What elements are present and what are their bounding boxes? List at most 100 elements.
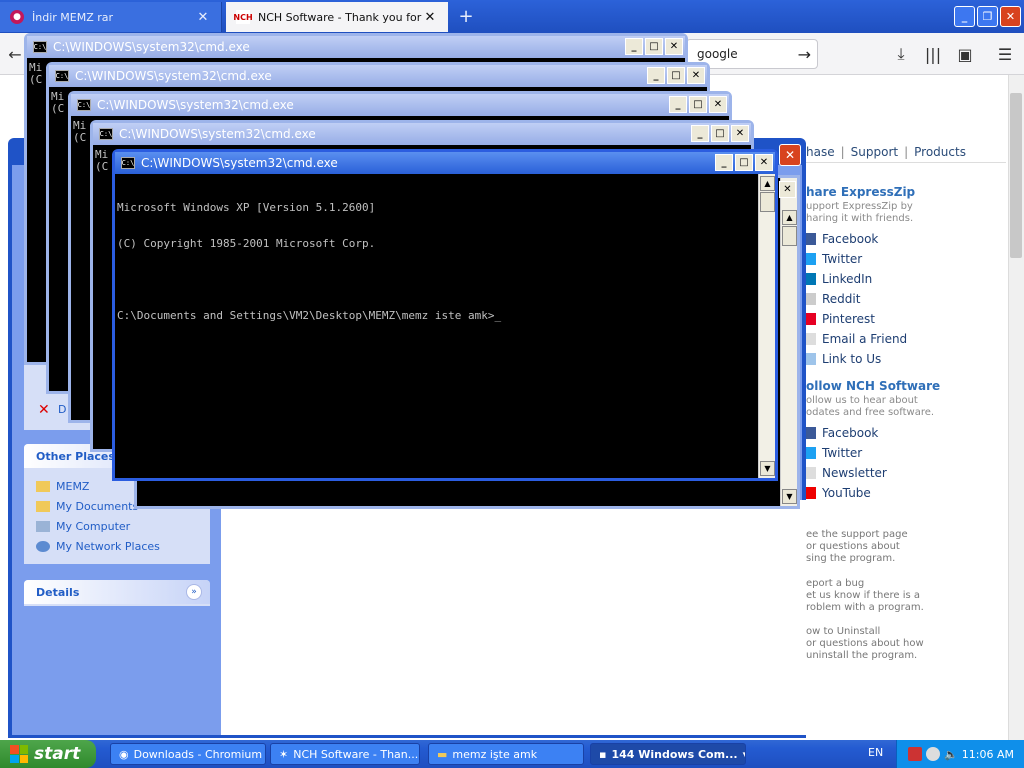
close-button[interactable]: ✕ — [709, 96, 727, 113]
cmd-icon: C:\ — [33, 41, 47, 53]
volume-icon[interactable]: 🔈 — [944, 748, 958, 761]
close-window-button[interactable]: ✕ — [1000, 6, 1021, 27]
follow-twitter[interactable]: Twitter — [806, 445, 862, 461]
place-my-computer[interactable]: My Computer — [24, 516, 210, 536]
minimize-button[interactable]: _ — [954, 6, 975, 27]
menu-icon[interactable]: ☰ — [994, 43, 1016, 65]
cmd-console[interactable]: Microsoft Windows XP [Version 5.1.2600] … — [115, 174, 775, 478]
close-button[interactable]: ✕ — [687, 67, 705, 84]
scroll-down-icon[interactable]: ▼ — [782, 489, 797, 504]
close-button[interactable]: ✕ — [665, 38, 683, 55]
follow-sub-1: ollow us to hear about — [806, 395, 918, 406]
cmd-icon: C:\ — [121, 157, 135, 169]
download-icon[interactable]: ⤓ — [890, 43, 912, 65]
help-uninstall[interactable]: ow to Uninstall or questions about how uni… — [806, 626, 924, 662]
share-facebook[interactable]: Facebook — [806, 231, 878, 247]
scroll-thumb[interactable] — [782, 226, 797, 246]
cmd-scrollbar[interactable]: ▲ ▼ — [758, 174, 775, 478]
close-tab-icon[interactable]: ✕ — [195, 10, 211, 25]
share-link[interactable]: Link to Us — [806, 351, 881, 367]
maximize-button[interactable]: □ — [711, 125, 729, 142]
scroll-thumb[interactable] — [760, 192, 775, 212]
maximize-button[interactable]: □ — [689, 96, 707, 113]
cmd-icon: ▪ — [599, 747, 607, 761]
share-email[interactable]: Email a Friend — [806, 331, 907, 347]
go-arrow-icon[interactable]: → — [798, 45, 811, 64]
follow-heading: ollow NCH Software — [806, 379, 941, 393]
nav-link-products[interactable]: Products — [914, 145, 966, 163]
cmd-title: C:\WINDOWS\system32\cmd.exe — [141, 156, 338, 170]
cmd-icon: C:\ — [99, 128, 113, 140]
minimize-button[interactable]: _ — [715, 154, 733, 171]
taskbar-item-cmd-group[interactable]: ▪144 Windows Com...▾ — [590, 743, 746, 765]
back-icon[interactable]: ← — [4, 43, 26, 65]
language-indicator[interactable]: EN — [868, 746, 883, 759]
scroll-down-icon[interactable]: ▼ — [760, 461, 775, 476]
share-heading: hare ExpressZip — [806, 185, 916, 199]
page-scrollbar-thumb[interactable] — [1010, 93, 1022, 258]
tray-icon[interactable] — [926, 747, 941, 761]
sidebar-icon[interactable]: ▣ — [954, 43, 976, 65]
share-sub-1: upport ExpressZip by — [806, 201, 913, 212]
details-header[interactable]: Details — [24, 580, 210, 604]
console-prompt: C:\Documents and Settings\VM2\Desktop\ME… — [117, 309, 502, 322]
minimize-button[interactable]: _ — [625, 38, 643, 55]
cmd-icon: C:\ — [77, 99, 91, 111]
cmd-scrollbar[interactable]: ▲ ▼ — [780, 178, 797, 506]
help-bug[interactable]: eport a bug et us know if there is a roble… — [806, 578, 924, 614]
tray-icon[interactable] — [908, 747, 923, 761]
tab-nch-software[interactable]: NCH NCH Software - Thank you for Do ✕ — [226, 2, 448, 32]
taskbar-item-nch[interactable]: ✶ NCH Software - Than... — [270, 743, 420, 765]
windows-logo-icon — [10, 745, 28, 763]
cmd-title: C:\WINDOWS\system32\cmd.exe — [75, 69, 272, 83]
close-button[interactable]: ✕ — [755, 154, 773, 171]
minimize-button[interactable]: _ — [647, 67, 665, 84]
taskbar-item-downloads[interactable]: ◉ Downloads - Chromium — [110, 743, 266, 765]
start-button[interactable]: start — [0, 740, 96, 768]
follow-newsletter[interactable]: Newsletter — [806, 465, 887, 481]
scroll-up-icon[interactable]: ▲ — [760, 176, 775, 191]
folder-icon: ▬ — [437, 747, 448, 761]
nav-link-support[interactable]: Support — [851, 145, 898, 163]
console-line: Microsoft Windows XP [Version 5.1.2600] — [117, 201, 376, 214]
tab-title: NCH Software - Thank you for Do — [258, 10, 422, 24]
share-reddit[interactable]: Reddit — [806, 291, 860, 307]
taskbar-item-memz-folder[interactable]: ▬ memz işte amk — [428, 743, 584, 765]
restore-button[interactable]: ❐ — [977, 6, 998, 27]
explorer-close-button[interactable]: ✕ — [779, 144, 801, 166]
maximize-button[interactable]: □ — [645, 38, 663, 55]
share-sub-2: haring it with friends. — [806, 213, 914, 224]
close-button[interactable]: ✕ — [731, 125, 749, 142]
minimize-button[interactable]: _ — [691, 125, 709, 142]
minimize-button[interactable]: _ — [669, 96, 687, 113]
help-support[interactable]: ee the support page or questions about sin… — [806, 529, 908, 565]
close-tab-icon[interactable]: ✕ — [422, 10, 438, 25]
new-tab-button[interactable]: + — [456, 6, 476, 27]
follow-sub-2: odates and free software. — [806, 407, 935, 418]
folder-icon — [36, 480, 50, 492]
tab-indir-memz[interactable]: ● İndir MEMZ rar ✕ — [0, 2, 222, 32]
delete-icon[interactable]: ✕ — [38, 402, 50, 418]
share-pinterest[interactable]: Pinterest — [806, 311, 875, 327]
scroll-up-icon[interactable]: ▲ — [782, 210, 797, 225]
system-tray: 🔈 11:06 AM — [896, 740, 1024, 768]
library-icon[interactable]: ||| — [922, 43, 944, 65]
nav-link-purchase[interactable]: hase — [806, 145, 835, 163]
maximize-button[interactable]: □ — [735, 154, 753, 171]
follow-facebook[interactable]: Facebook — [806, 425, 878, 441]
cmd-titlebar[interactable]: C:\ C:\WINDOWS\system32\cmd.exe _ □ ✕ — [115, 152, 775, 174]
maximize-button[interactable]: □ — [667, 67, 685, 84]
chevron-down-icon[interactable]: » — [186, 584, 202, 600]
follow-youtube[interactable]: YouTube — [806, 485, 871, 501]
share-twitter[interactable]: Twitter — [806, 251, 862, 267]
youtube-icon — [806, 487, 816, 499]
place-network[interactable]: My Network Places — [24, 536, 210, 556]
chevron-down-icon: ▾ — [743, 748, 745, 761]
delete-label[interactable]: D — [58, 403, 66, 416]
console-line: (C) Copyright 1985-2001 Microsoft Corp. — [117, 237, 376, 250]
close-button[interactable]: ✕ — [779, 181, 796, 198]
clock[interactable]: 11:06 AM — [962, 748, 1014, 761]
explorer-file-area[interactable] — [221, 500, 806, 735]
share-linkedin[interactable]: LinkedIn — [806, 271, 872, 287]
